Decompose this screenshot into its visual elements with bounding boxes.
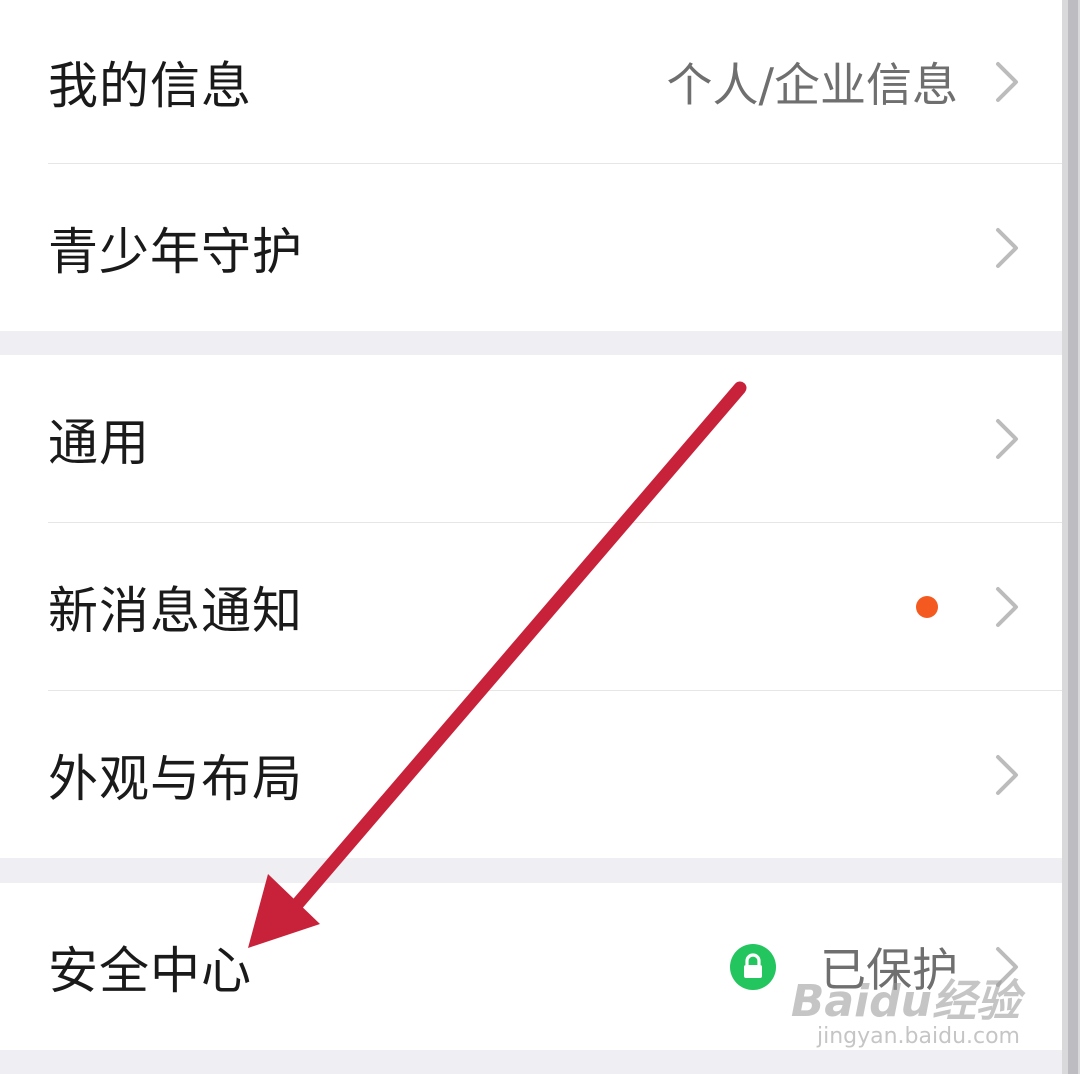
row-new-message-notification-label: 新消息通知 xyxy=(48,581,303,640)
row-security-center-value: 已保护 xyxy=(820,942,958,997)
settings-page: 我的信息 个人/企业信息 青少年守护 通用 新消息通知 外观与布局 安全中心 已… xyxy=(0,0,1080,1074)
row-general-label: 通用 xyxy=(48,413,150,472)
notification-dot xyxy=(916,595,938,618)
chevron-right-icon xyxy=(996,754,1018,795)
row-my-info[interactable]: 我的信息 个人/企业信息 xyxy=(0,0,1062,163)
row-appearance-layout-label: 外观与布局 xyxy=(48,749,303,808)
row-appearance-layout[interactable]: 外观与布局 xyxy=(0,691,1062,858)
settings-group-account: 我的信息 个人/企业信息 青少年守护 xyxy=(0,0,1062,331)
chevron-right-icon xyxy=(996,946,1018,987)
chevron-right-icon xyxy=(996,586,1018,627)
chevron-right-icon xyxy=(996,61,1018,102)
row-my-info-value: 个人/企业信息 xyxy=(666,57,959,112)
lock-icon xyxy=(730,943,776,990)
chevron-right-icon xyxy=(996,418,1018,459)
chevron-right-icon xyxy=(996,227,1018,268)
row-my-info-label: 我的信息 xyxy=(48,56,252,115)
settings-group-security: 安全中心 已保护 xyxy=(0,883,1062,1050)
scrollbar[interactable] xyxy=(1062,0,1080,1074)
row-new-message-notification[interactable]: 新消息通知 xyxy=(0,523,1062,690)
row-youth-protection-label: 青少年守护 xyxy=(48,222,303,281)
row-general[interactable]: 通用 xyxy=(0,355,1062,522)
settings-group-general: 通用 新消息通知 外观与布局 xyxy=(0,355,1062,858)
row-security-center-label: 安全中心 xyxy=(48,941,252,1000)
row-youth-protection[interactable]: 青少年守护 xyxy=(0,164,1062,331)
row-security-center[interactable]: 安全中心 已保护 xyxy=(0,883,1062,1050)
